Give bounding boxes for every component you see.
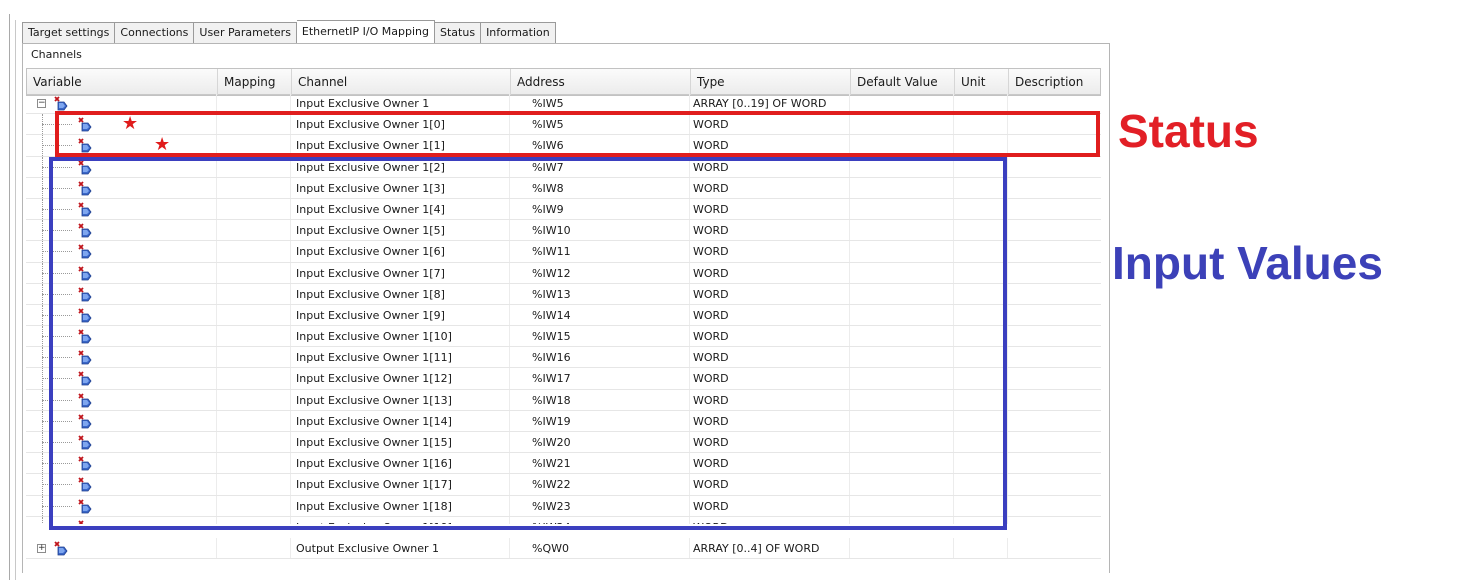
description-cell[interactable]	[1008, 474, 1100, 494]
description-cell[interactable]	[1008, 538, 1100, 558]
tab-ethernetip-i-o-mapping[interactable]: EthernetIP I/O Mapping	[296, 20, 435, 44]
output-group-row[interactable]: + Output Exclusive Owner 1 %QW0 ARRAY [0..4…	[26, 538, 1101, 560]
status-annotation: Status	[1118, 105, 1259, 157]
tab-connections[interactable]: Connections	[115, 22, 195, 44]
description-cell[interactable]	[1008, 368, 1100, 388]
grid-header: Variable Mapping Channel Address Type De…	[27, 69, 1100, 95]
column-header-mapping[interactable]: Mapping	[218, 69, 292, 95]
description-cell[interactable]	[1008, 263, 1100, 283]
description-cell[interactable]	[1008, 432, 1100, 452]
status-highlight-box	[55, 111, 1100, 157]
input-values-highlight-box	[49, 157, 1007, 530]
output-variable-icon	[54, 541, 68, 556]
address-cell: %QW0	[510, 538, 690, 559]
column-header-address[interactable]: Address	[511, 69, 691, 95]
description-cell[interactable]	[1008, 517, 1100, 524]
tab-information[interactable]: Information	[481, 22, 556, 44]
variable-cell[interactable]: +	[26, 538, 217, 559]
column-header-type[interactable]: Type	[691, 69, 851, 95]
output-group-wrapper: + Output Exclusive Owner 1 %QW0 ARRAY [0..4…	[26, 538, 1101, 560]
column-header-default-value[interactable]: Default Value	[851, 69, 955, 95]
description-cell[interactable]	[1008, 496, 1100, 516]
mapping-cell[interactable]	[217, 538, 291, 559]
description-cell[interactable]	[1008, 241, 1100, 261]
description-cell[interactable]	[1008, 220, 1100, 240]
column-header-variable[interactable]: Variable	[27, 69, 218, 95]
column-header-unit[interactable]: Unit	[955, 69, 1009, 95]
description-cell[interactable]	[1008, 326, 1100, 346]
type-cell: ARRAY [0..4] OF WORD	[690, 538, 850, 559]
expand-toggle[interactable]: +	[37, 544, 46, 553]
description-cell[interactable]	[1008, 284, 1100, 304]
tab-bar: Target settings Connections User Parameter…	[22, 20, 556, 44]
window-edge-inner	[15, 20, 16, 580]
description-cell[interactable]	[1008, 347, 1100, 367]
description-cell[interactable]	[1008, 199, 1100, 219]
column-header-channel[interactable]: Channel	[292, 69, 511, 95]
channels-grid: Variable Mapping Channel Address Type De…	[26, 68, 1101, 96]
column-header-description[interactable]: Description	[1009, 69, 1101, 95]
window-edge	[9, 14, 10, 580]
tree-connector	[42, 516, 43, 524]
input-values-annotation: Input Values	[1112, 237, 1383, 289]
tab-target-settings[interactable]: Target settings	[22, 22, 116, 44]
description-cell[interactable]	[1008, 390, 1100, 410]
description-cell[interactable]	[1008, 178, 1100, 198]
tab-user-parameters[interactable]: User Parameters	[194, 22, 297, 44]
description-cell[interactable]	[1008, 453, 1100, 473]
default-value-cell[interactable]	[850, 538, 954, 559]
channels-label: Channels	[31, 48, 82, 61]
collapse-toggle[interactable]: −	[37, 99, 46, 108]
unit-cell	[954, 538, 1008, 559]
tab-status[interactable]: Status	[435, 22, 482, 44]
channel-cell: Output Exclusive Owner 1	[291, 538, 510, 559]
input-variable-icon	[54, 96, 68, 111]
description-cell[interactable]	[1008, 157, 1100, 177]
description-cell[interactable]	[1008, 411, 1100, 431]
description-cell[interactable]	[1008, 305, 1100, 325]
